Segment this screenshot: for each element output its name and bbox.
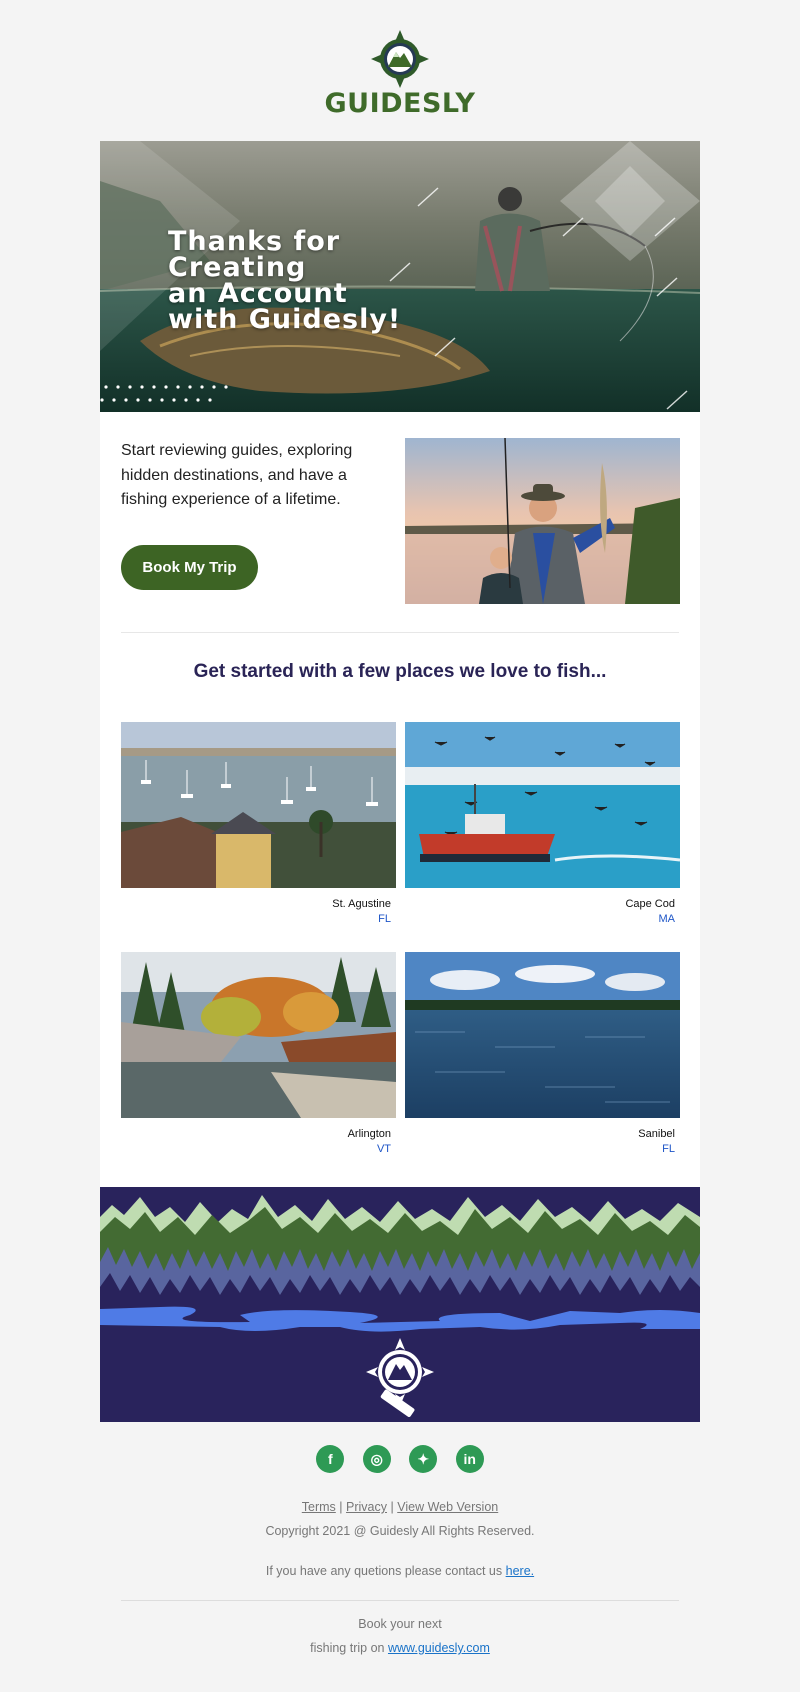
contact-text: If you have any quetions please contact …	[265, 1564, 503, 1578]
terms-link[interactable]: Terms	[302, 1500, 336, 1514]
destination-city: Sanibel	[638, 1128, 675, 1140]
intro-text: Start reviewing guides, exploring hidden…	[121, 442, 353, 508]
book-my-trip-button[interactable]: Book My Trip	[121, 545, 258, 590]
instagram-icon[interactable]: ◎	[362, 1445, 391, 1473]
contact-line: If you have any quetions please contact …	[0, 1564, 800, 1578]
destination-state[interactable]: FL	[121, 912, 396, 927]
facebook-icon[interactable]: f	[316, 1445, 345, 1473]
destination-card-st-agustine[interactable]: St. Agustine FL	[121, 722, 396, 927]
destination-state[interactable]: VT	[121, 1142, 396, 1157]
contact-here-link[interactable]: here.	[506, 1564, 535, 1578]
legal-links: Terms | Privacy | View Web Version Copyr…	[0, 1495, 800, 1543]
book-next-line: fishing trip on	[310, 1641, 385, 1655]
destination-card-cape-cod[interactable]: Cape Cod MA	[405, 722, 680, 927]
intro-section: Start reviewing guides, exploring hidden…	[100, 412, 700, 632]
cape-cod-photo	[405, 722, 680, 888]
father-son-fishing-photo	[405, 438, 680, 604]
destination-city: Arlington	[347, 1128, 391, 1140]
social-links: f ◎ ✦ in	[0, 1445, 800, 1473]
hero-title-line: with Guidesly!	[168, 304, 402, 335]
twitter-icon[interactable]: ✦	[409, 1445, 438, 1473]
privacy-link[interactable]: Privacy	[346, 1500, 387, 1514]
link-separator: |	[339, 1500, 343, 1514]
footer-mountain-art	[100, 1187, 700, 1422]
header-logo[interactable]: GUIDESLY	[0, 30, 800, 119]
book-next-trip: Book your next fishing trip on www.guide…	[0, 1612, 800, 1660]
destinations-title: Get started with a few places we love to…	[193, 661, 607, 682]
sanibel-photo	[405, 952, 680, 1118]
linkedin-icon[interactable]: in	[455, 1445, 484, 1473]
compass-mountain-icon	[371, 30, 429, 88]
brand-name: GUIDESLY	[324, 88, 476, 119]
section-divider	[121, 632, 679, 633]
footer-divider	[121, 1600, 679, 1601]
book-next-line: Book your next	[358, 1617, 442, 1631]
st-agustine-photo	[121, 722, 396, 888]
copyright-text: Copyright 2021 @ Guidesly All Rights Res…	[265, 1524, 535, 1538]
destination-city: Cape Cod	[625, 898, 675, 910]
hero-title: Thanks for Creating an Account with Guid…	[168, 228, 402, 335]
hero-banner: Thanks for Creating an Account with Guid…	[100, 141, 700, 412]
view-web-version-link[interactable]: View Web Version	[397, 1500, 498, 1514]
destination-state[interactable]: MA	[405, 912, 680, 927]
destination-state[interactable]: FL	[405, 1142, 680, 1157]
destination-card-arlington[interactable]: Arlington VT	[121, 952, 396, 1157]
destination-card-sanibel[interactable]: Sanibel FL	[405, 952, 680, 1157]
arlington-photo	[121, 952, 396, 1118]
link-separator: |	[390, 1500, 394, 1514]
destination-city: St. Agustine	[332, 898, 391, 910]
website-link[interactable]: www.guidesly.com	[388, 1641, 490, 1655]
